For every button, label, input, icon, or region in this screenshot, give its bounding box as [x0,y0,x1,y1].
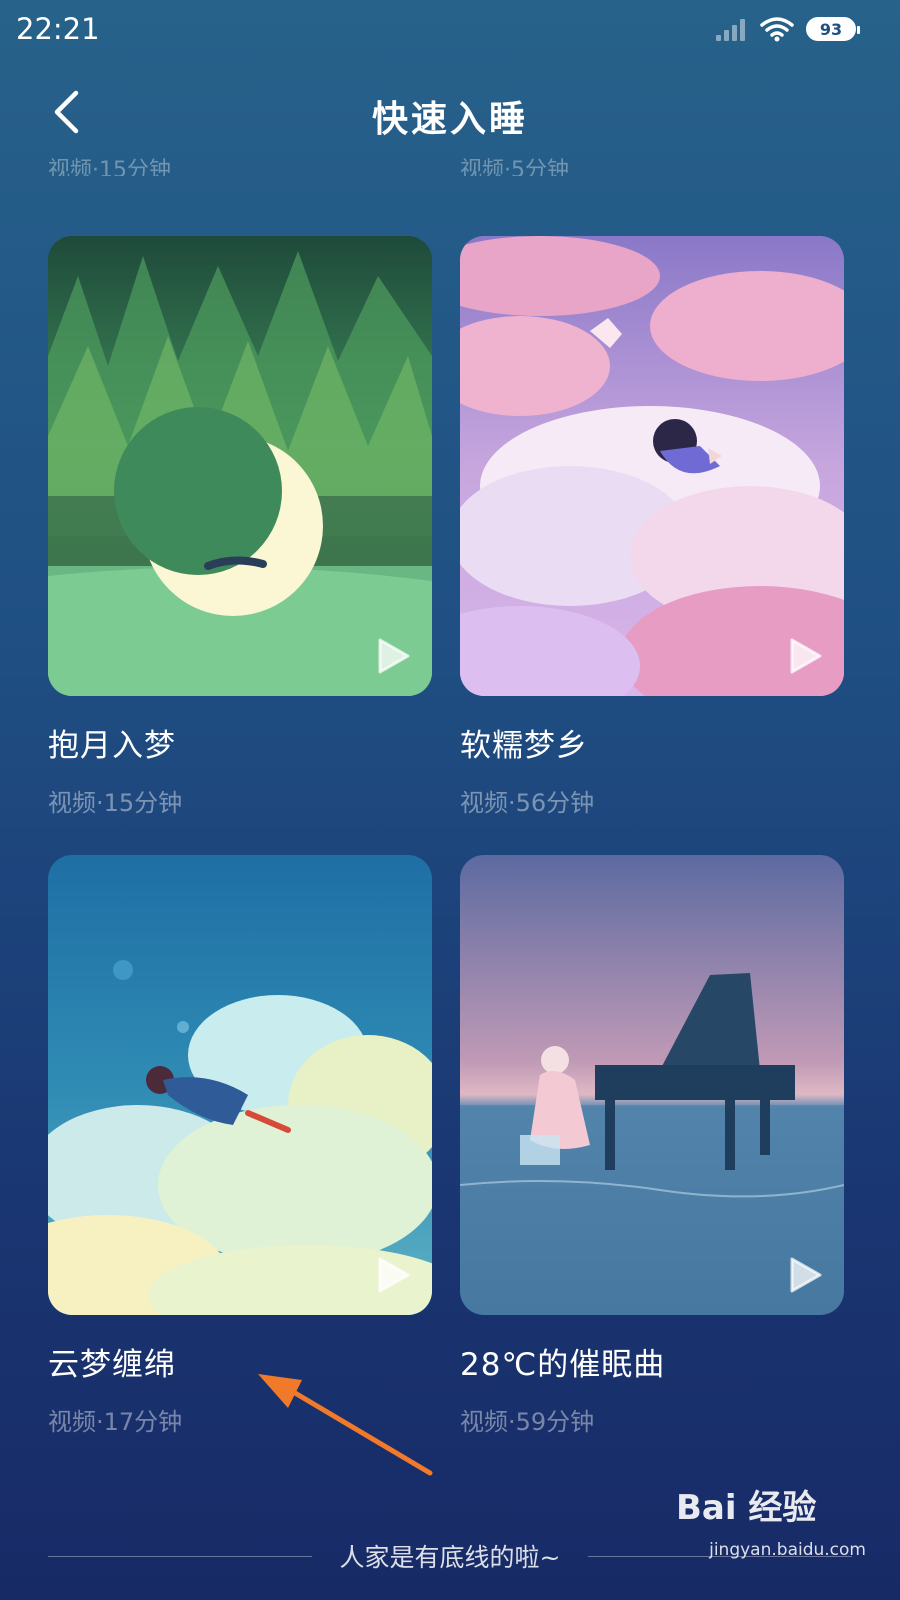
video-card[interactable]: 云梦缠绵 视频·17分钟 [48,855,432,1437]
video-thumbnail[interactable] [460,236,844,696]
video-card[interactable]: 抱月入梦 视频·15分钟 [48,236,432,818]
status-icons: 93 [716,16,860,42]
video-meta: 视频·15分钟 [48,789,183,817]
cloud-girl-illustration [48,855,432,1315]
video-thumbnail[interactable] [48,855,432,1315]
cloud-sleeper-illustration [460,236,844,696]
video-card[interactable]: 软糯梦乡 视频·56分钟 [460,236,844,818]
video-title[interactable]: 28℃的催眠曲 [460,1339,844,1384]
status-bar: 22:21 93 [0,0,900,64]
video-meta: 视频·59分钟 [460,1408,595,1436]
battery-indicator: 93 [806,17,860,41]
wifi-icon [760,17,794,42]
video-title[interactable]: 抱月入梦 [48,720,432,765]
header: 快速入睡 [0,70,900,154]
watermark-brand: Bai 经验 [676,1488,817,1528]
page-title: 快速入睡 [371,99,528,140]
watermark: Bai 经验 jingyan.baidu.com [676,1470,866,1590]
forest-moon-illustration [48,236,432,696]
play-icon [378,638,410,674]
video-thumbnail[interactable] [48,236,432,696]
piano-sea-illustration [460,855,844,1315]
scrolled-meta-right: 视频·5分钟 [460,158,569,176]
divider [48,1555,312,1557]
play-icon [790,638,822,674]
scrolled-meta-left: 视频·15分钟 [48,158,171,176]
video-title[interactable]: 软糯梦乡 [460,720,844,765]
scrolled-meta-row: 视频·15分钟 视频·5分钟 [0,148,900,176]
video-thumbnail[interactable] [460,855,844,1315]
signal-icon [716,17,748,41]
video-title[interactable]: 云梦缠绵 [48,1339,432,1384]
video-meta: 视频·17分钟 [48,1408,183,1436]
play-icon [378,1257,410,1293]
watermark-url: jingyan.baidu.com [709,1540,866,1560]
video-meta: 视频·56分钟 [460,789,595,817]
video-card[interactable]: 28℃的催眠曲 视频·59分钟 [460,855,844,1437]
status-time: 22:21 [16,12,100,46]
footer-text: 人家是有底线的啦~ [339,1543,561,1572]
play-icon [790,1257,822,1293]
